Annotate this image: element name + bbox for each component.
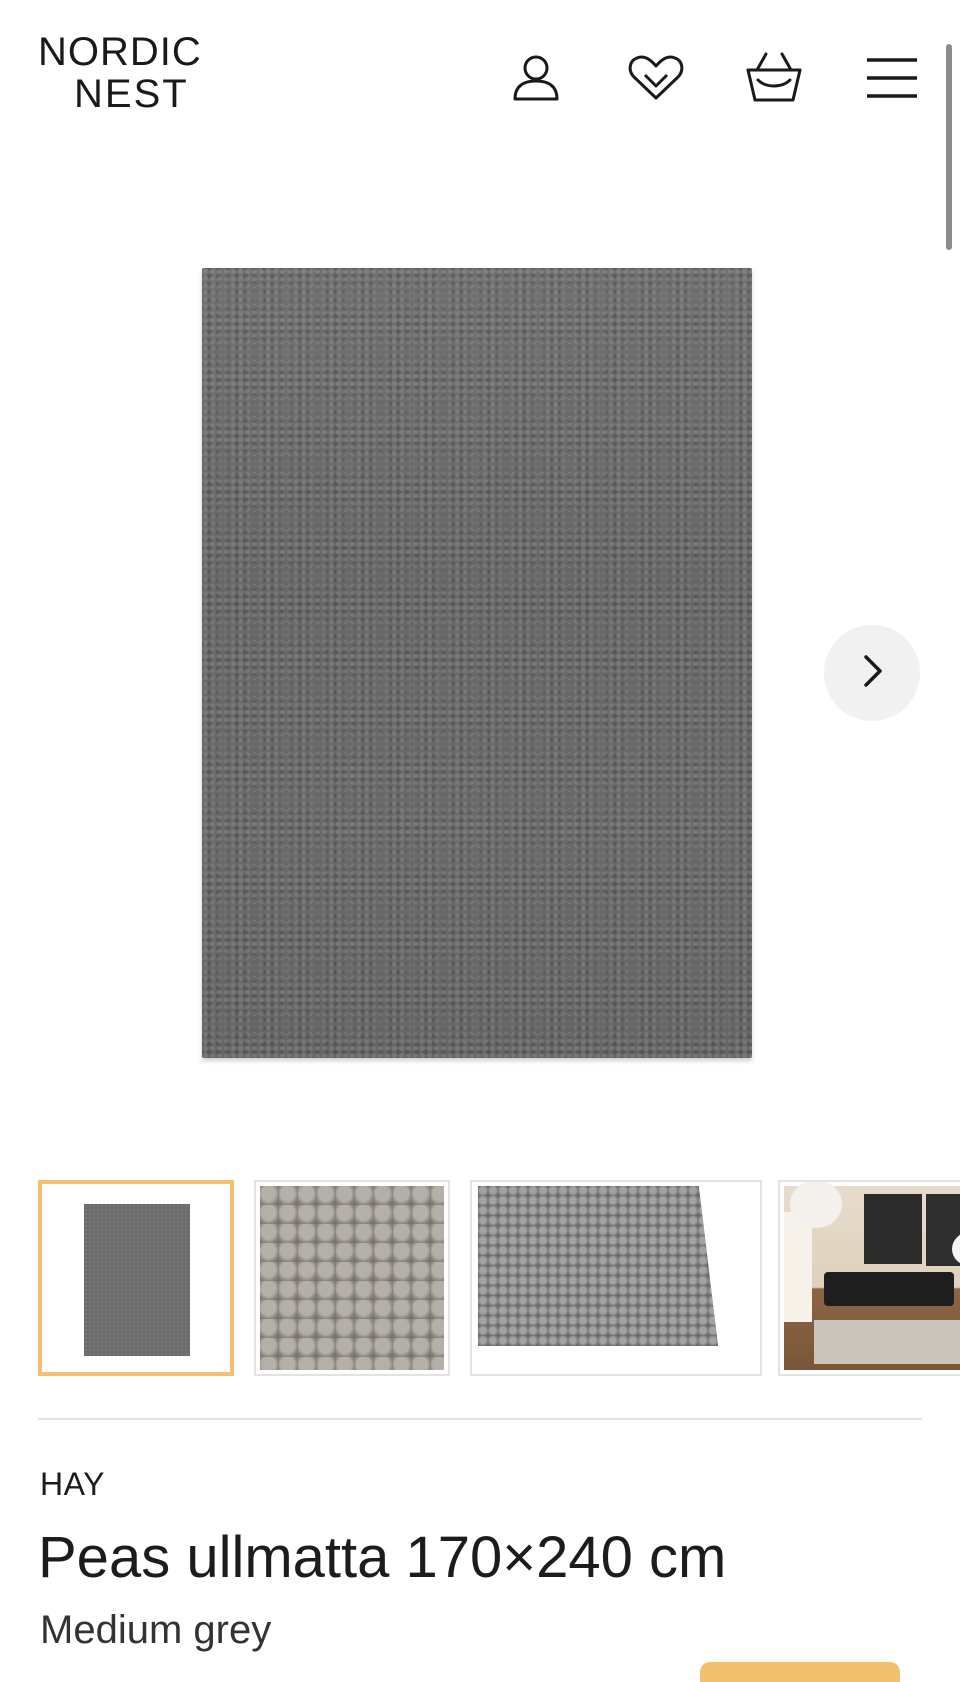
thumbnail-edge-detail[interactable] bbox=[470, 1180, 762, 1376]
menu-icon bbox=[865, 56, 919, 100]
thumbnail-rug-image bbox=[84, 1204, 190, 1356]
room-window bbox=[784, 1212, 812, 1322]
wishlist-heart-icon bbox=[627, 53, 685, 103]
room-pendant-lamp bbox=[790, 1182, 842, 1228]
room-rug bbox=[814, 1320, 960, 1364]
account-icon bbox=[509, 51, 563, 105]
basket-icon bbox=[744, 50, 804, 106]
menu-button[interactable] bbox=[862, 48, 922, 108]
chevron-right-icon bbox=[858, 651, 886, 696]
logo-line-2: NEST bbox=[74, 72, 189, 116]
thumbnail-texture-closeup[interactable] bbox=[254, 1180, 450, 1376]
next-image-button[interactable] bbox=[824, 625, 920, 721]
account-button[interactable] bbox=[506, 48, 566, 108]
rug-image bbox=[202, 268, 752, 1058]
room-artwork-left bbox=[864, 1194, 922, 1264]
site-header: NORDIC NEST bbox=[0, 0, 960, 160]
thumbnail-edge-image bbox=[476, 1186, 756, 1370]
product-main-image[interactable] bbox=[0, 180, 920, 1100]
thumbnail-strip bbox=[38, 1180, 960, 1380]
add-to-cart-button-edge[interactable] bbox=[700, 1662, 900, 1682]
wishlist-button[interactable] bbox=[626, 48, 686, 108]
basket-button[interactable] bbox=[744, 48, 804, 108]
page-scrollbar[interactable] bbox=[946, 44, 952, 250]
section-divider bbox=[38, 1418, 922, 1420]
product-variant: Medium grey bbox=[40, 1608, 272, 1652]
thumbnail-room-setting[interactable] bbox=[778, 1180, 960, 1376]
product-title: Peas ullmatta 170×240 cm bbox=[38, 1525, 727, 1590]
nordic-nest-logo[interactable]: NORDIC NEST bbox=[38, 32, 228, 122]
thumbnail-room-image bbox=[784, 1182, 960, 1370]
thumbnail-edge-mat bbox=[478, 1186, 718, 1346]
product-brand[interactable]: HAY bbox=[40, 1466, 105, 1503]
logo-line-1: NORDIC bbox=[38, 30, 202, 74]
room-sofa bbox=[824, 1272, 954, 1306]
thumbnail-texture-image bbox=[260, 1186, 444, 1370]
thumbnail-rug-front[interactable] bbox=[38, 1180, 234, 1376]
